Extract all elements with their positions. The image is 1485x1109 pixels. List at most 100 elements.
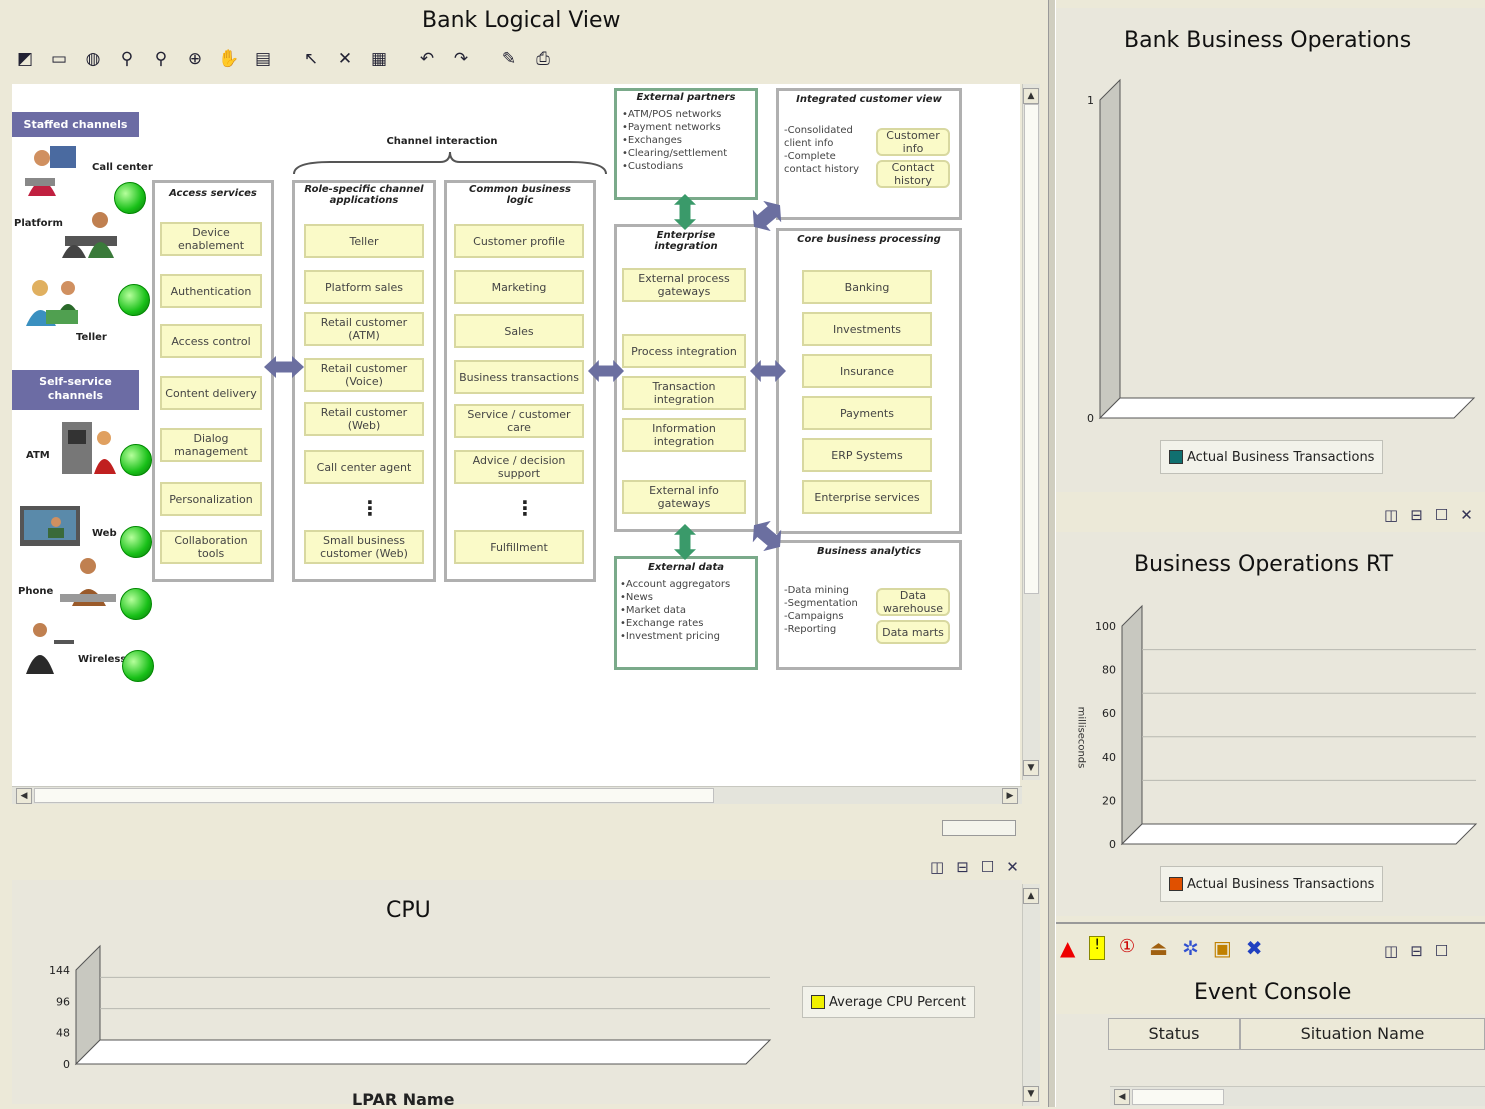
zoom-in-icon[interactable]: ⚲ <box>116 48 138 70</box>
undo-icon[interactable]: ↶ <box>416 48 438 70</box>
integration-item[interactable]: Process integration <box>622 334 746 368</box>
data-marts-db[interactable]: Data marts <box>876 620 950 644</box>
properties-icon[interactable]: ▤ <box>252 48 274 70</box>
core-processing-item[interactable]: Investments <box>802 312 932 346</box>
business-logic-item[interactable]: Sales <box>454 314 584 348</box>
role-application-item[interactable]: Call center agent <box>304 450 424 484</box>
details-icon[interactable]: ▣ <box>1213 936 1232 960</box>
status-column-header[interactable]: Status <box>1108 1018 1240 1050</box>
integration-item[interactable]: Transaction integration <box>622 376 746 410</box>
zoom-fit-icon[interactable]: ⊕ <box>184 48 206 70</box>
integration-item[interactable]: External process gateways <box>622 268 746 302</box>
integration-item[interactable]: External info gateways <box>622 480 746 514</box>
business-logic-item[interactable]: Marketing <box>454 270 584 304</box>
business-logic-item[interactable]: Advice / decision support <box>454 450 584 484</box>
y-tick-label: 96 <box>56 995 70 1008</box>
access-service-item[interactable]: Dialog management <box>160 428 262 462</box>
wireless-status-icon[interactable] <box>122 650 154 682</box>
core-processing-item[interactable]: Insurance <box>802 354 932 388</box>
maximize-icon[interactable]: ☐ <box>981 858 994 876</box>
business-logic-item[interactable]: Business transactions <box>454 360 584 394</box>
contact-history-db[interactable]: Contact history <box>876 160 950 188</box>
zoom-out-icon[interactable]: ⚲ <box>150 48 172 70</box>
split-vertical-icon[interactable]: ◫ <box>930 858 944 876</box>
clear-icon[interactable]: ✖ <box>1246 936 1263 960</box>
close-icon[interactable]: ✕ <box>1006 858 1019 876</box>
scroll-thumb[interactable] <box>1132 1089 1224 1105</box>
pointer-icon[interactable]: ↖ <box>300 48 322 70</box>
globe-icon[interactable]: ◍ <box>82 48 104 70</box>
call-center-status-icon[interactable] <box>114 182 146 214</box>
scroll-thumb[interactable] <box>1024 104 1039 594</box>
select-view-icon[interactable]: ◩ <box>14 48 36 70</box>
scroll-up-icon[interactable]: ▲ <box>1023 888 1039 904</box>
core-processing-item[interactable]: Enterprise services <box>802 480 932 514</box>
access-service-item[interactable]: Content delivery <box>160 376 262 410</box>
scroll-down-icon[interactable]: ▼ <box>1023 760 1039 776</box>
informational-icon[interactable]: ① <box>1119 936 1135 960</box>
split-horizontal-icon[interactable]: ⊟ <box>1410 506 1423 524</box>
maximize-icon[interactable]: ☐ <box>1435 942 1448 960</box>
core-processing-item[interactable]: Banking <box>802 270 932 304</box>
data-warehouse-db[interactable]: Data warehouse <box>876 588 950 616</box>
overview-box[interactable] <box>942 820 1016 836</box>
scroll-right-icon[interactable]: ▶ <box>1002 788 1018 804</box>
business-logic-item[interactable]: Service / customer care <box>454 404 584 438</box>
cpu-vertical-scrollbar[interactable]: ▲ ▼ <box>1022 884 1040 1106</box>
fit-icon[interactable]: ▭ <box>48 48 70 70</box>
split-horizontal-icon[interactable]: ⊟ <box>956 858 969 876</box>
split-vertical-icon[interactable]: ◫ <box>1384 942 1398 960</box>
role-application-item[interactable]: Retail customer (Web) <box>304 402 424 436</box>
scroll-left-icon[interactable]: ◀ <box>1114 1089 1130 1105</box>
scroll-left-icon[interactable]: ◀ <box>16 788 32 804</box>
refresh-icon[interactable]: ✲ <box>1182 936 1199 960</box>
critical-icon[interactable]: ▲ <box>1060 936 1075 960</box>
split-vertical-icon[interactable]: ◫ <box>1384 506 1398 524</box>
scroll-down-icon[interactable]: ▼ <box>1023 1086 1039 1102</box>
access-service-item[interactable]: Access control <box>160 324 262 358</box>
atm-status-icon[interactable] <box>120 444 152 476</box>
topology-canvas[interactable]: Staffed channels Self-service channels C… <box>12 84 1020 786</box>
redo-icon[interactable]: ↷ <box>450 48 472 70</box>
delete-icon[interactable]: ✕ <box>334 48 356 70</box>
acknowledge-icon[interactable]: ⏏ <box>1149 936 1168 960</box>
web-status-icon[interactable] <box>120 526 152 558</box>
maximize-icon[interactable]: ☐ <box>1435 506 1448 524</box>
toolbar: ◩ ▭ ◍ ⚲ ⚲ ⊕ ✋ ▤ ↖ ✕ ▦ ↶ ↷ ✎ ⎙ <box>14 48 574 74</box>
close-icon[interactable]: ✕ <box>1460 506 1473 524</box>
access-service-item[interactable]: Authentication <box>160 274 262 308</box>
core-processing-item[interactable]: ERP Systems <box>802 438 932 472</box>
integration-item[interactable]: Information integration <box>622 418 746 452</box>
phone-status-icon[interactable] <box>120 588 152 620</box>
canvas-vertical-scrollbar[interactable]: ▲ ▼ <box>1022 84 1040 780</box>
external-data-title: External data <box>648 562 724 573</box>
chart-floor <box>74 1039 772 1065</box>
split-horizontal-icon[interactable]: ⊟ <box>1410 942 1423 960</box>
print-icon[interactable]: ⎙ <box>532 48 554 70</box>
pane-splitter[interactable] <box>1048 0 1056 1107</box>
canvas-horizontal-scrollbar[interactable]: ◀ ▶ <box>12 786 1022 804</box>
business-logic-item[interactable]: Customer profile <box>454 224 584 258</box>
warning-icon[interactable]: ! <box>1089 936 1106 960</box>
role-application-item[interactable]: Retail customer (Voice) <box>304 358 424 392</box>
access-service-item[interactable]: Collaboration tools <box>160 530 262 564</box>
scroll-up-icon[interactable]: ▲ <box>1023 88 1039 104</box>
role-application-item[interactable]: Teller <box>304 224 424 258</box>
scroll-thumb[interactable] <box>34 788 714 803</box>
business-logic-item[interactable]: Fulfillment <box>454 530 584 564</box>
ops-rt-legend: Actual Business Transactions <box>1160 866 1384 902</box>
pan-hand-icon[interactable]: ✋ <box>218 48 240 70</box>
teller-status-icon[interactable] <box>118 284 150 316</box>
customer-info-db[interactable]: Customer info <box>876 128 950 156</box>
core-processing-item[interactable]: Payments <box>802 396 932 430</box>
role-application-item[interactable]: Retail customer (ATM) <box>304 312 424 346</box>
access-service-item[interactable]: Personalization <box>160 482 262 516</box>
event-horizontal-scrollbar[interactable]: ◀ <box>1110 1086 1485 1106</box>
event-window-buttons: ◫ ⊟ ☐ <box>1384 942 1448 960</box>
access-service-item[interactable]: Device enablement <box>160 222 262 256</box>
grid-icon[interactable]: ▦ <box>368 48 390 70</box>
edit-icon[interactable]: ✎ <box>498 48 520 70</box>
role-application-item[interactable]: Platform sales <box>304 270 424 304</box>
role-application-item[interactable]: Small business customer (Web) <box>304 530 424 564</box>
situation-name-column-header[interactable]: Situation Name <box>1240 1018 1485 1050</box>
